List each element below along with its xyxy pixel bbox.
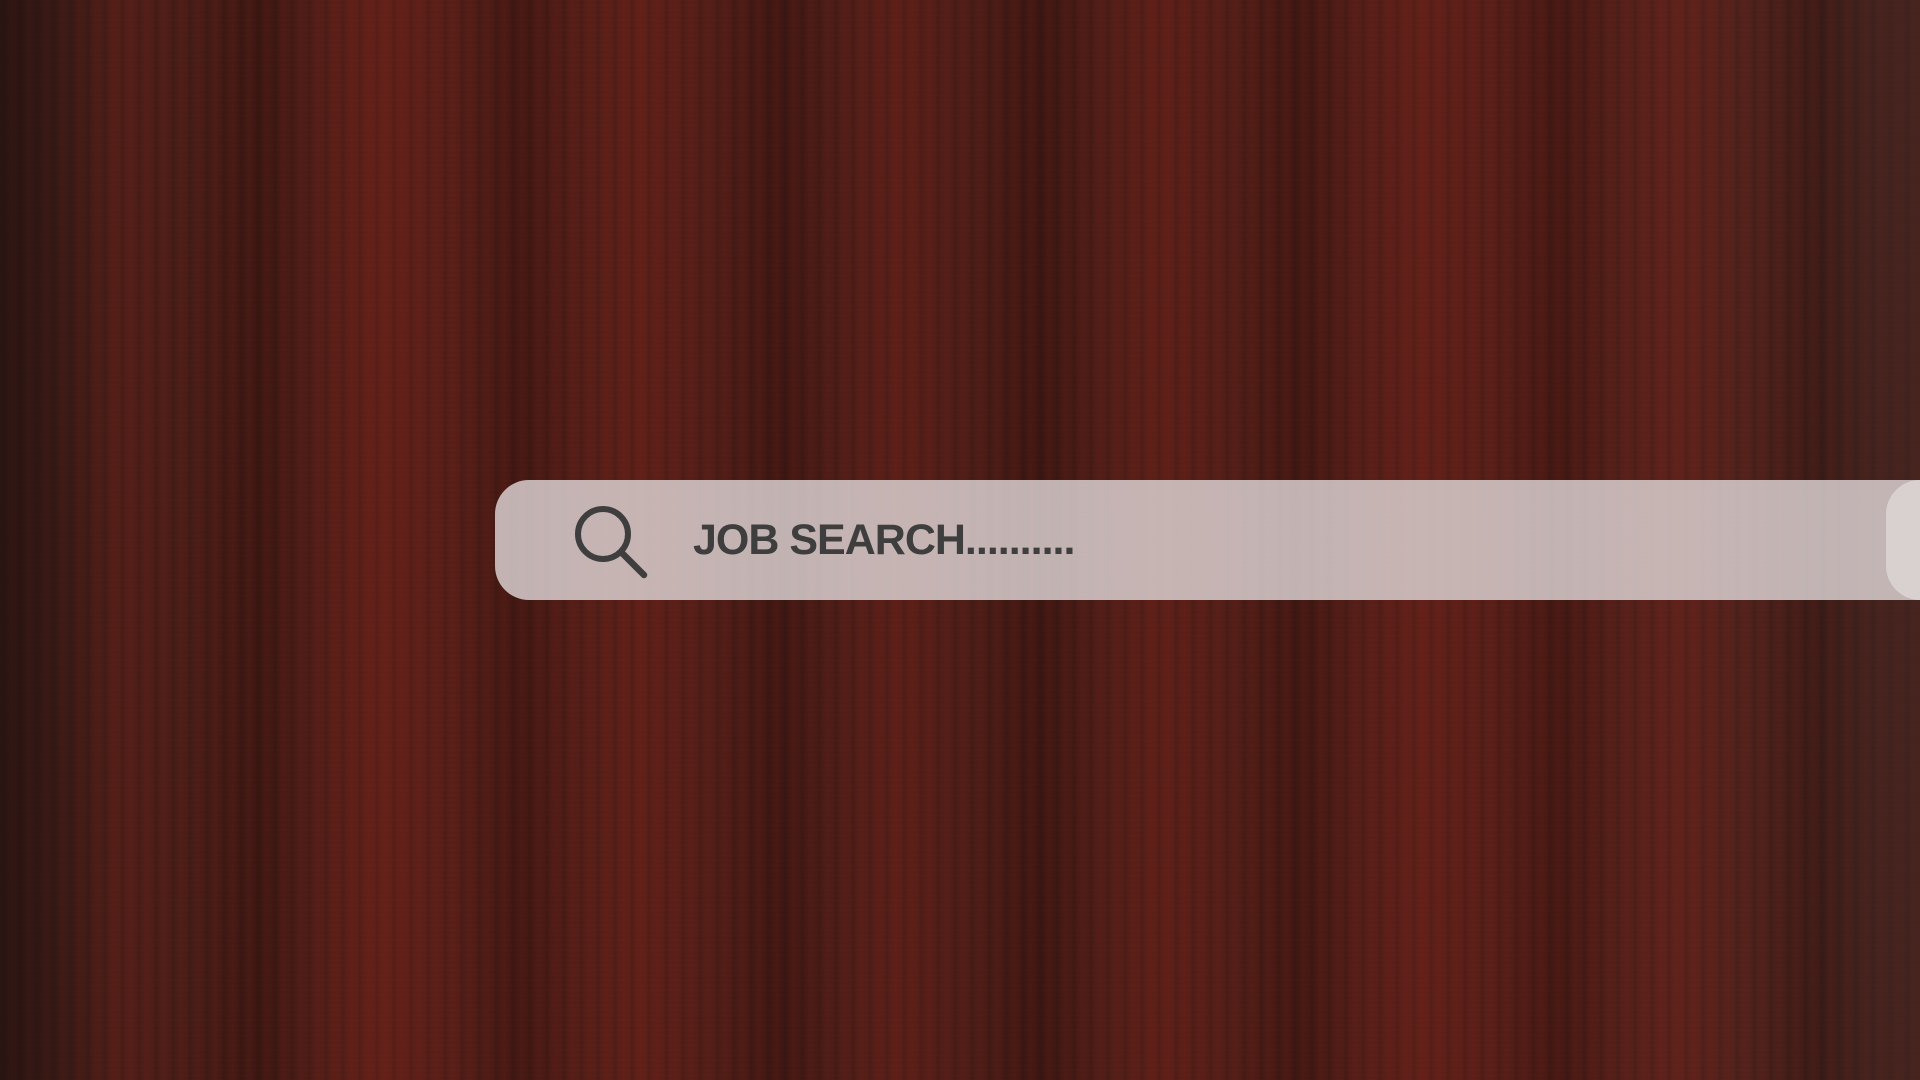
search-icon <box>567 498 651 582</box>
search-input-text[interactable]: JOB SEARCH.......... <box>693 516 1075 565</box>
search-bar[interactable]: JOB SEARCH.......... <box>495 480 1920 600</box>
